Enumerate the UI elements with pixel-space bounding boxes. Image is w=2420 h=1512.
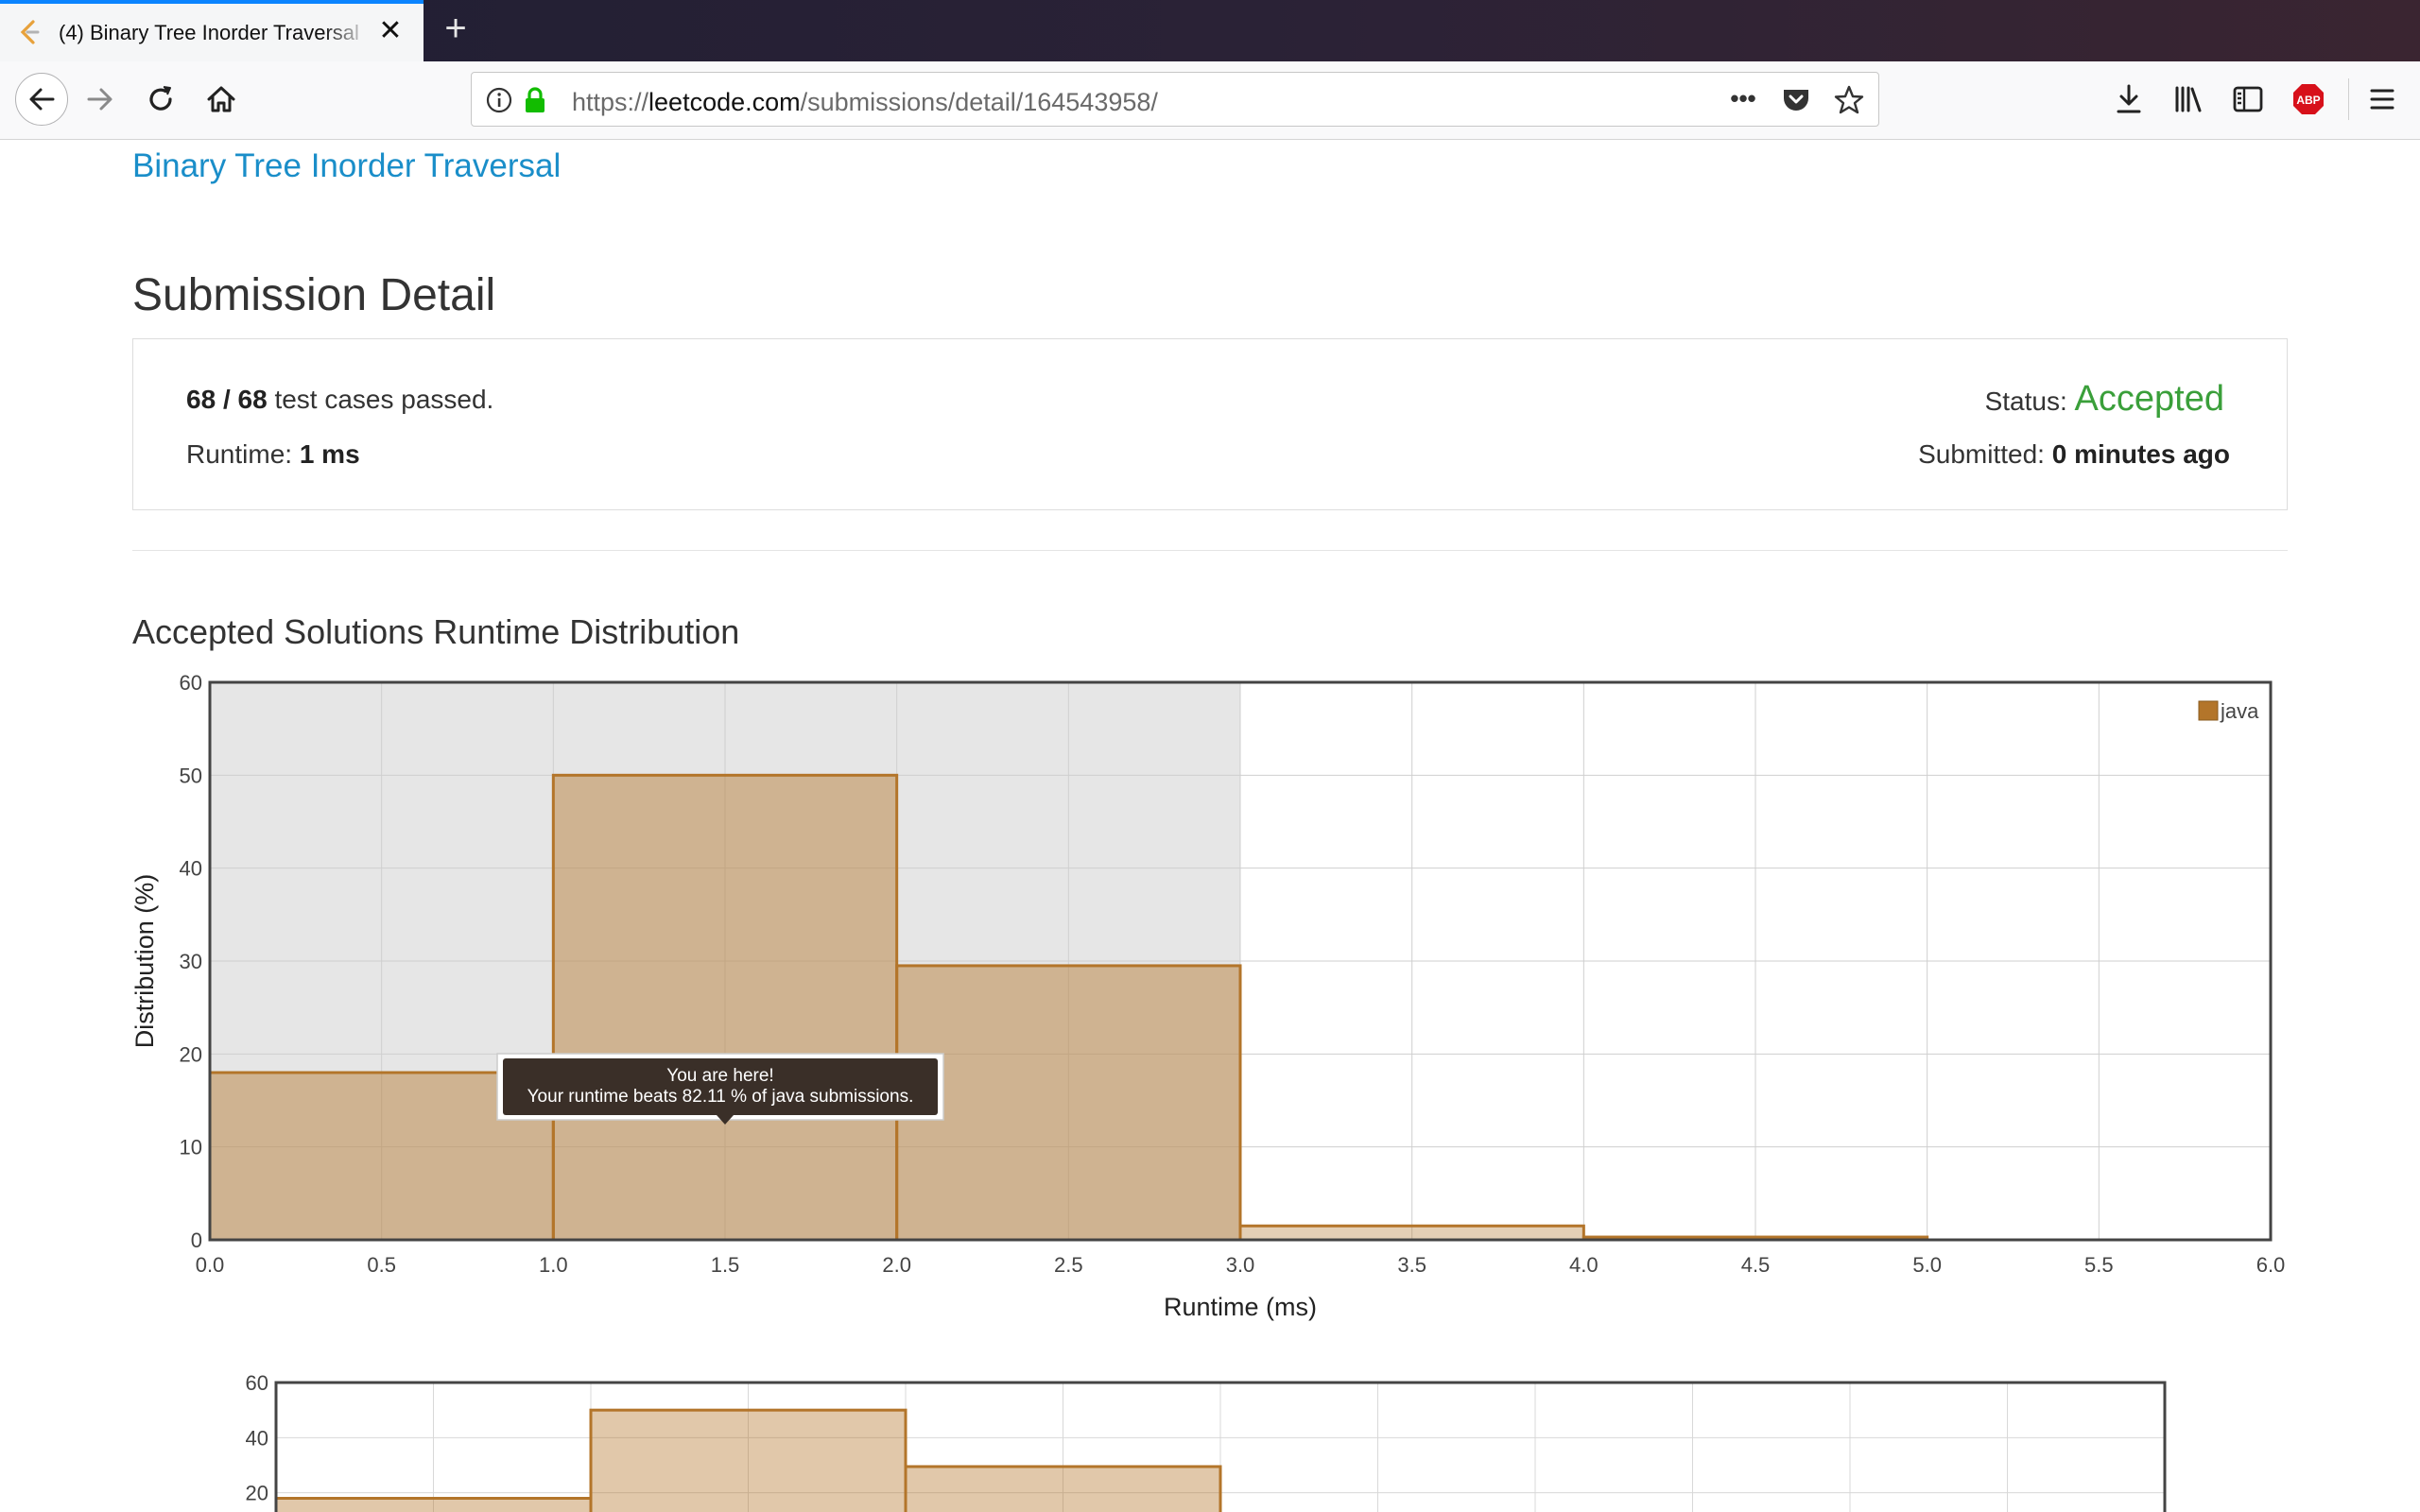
- y-tick-label: 50: [180, 764, 202, 787]
- new-tab-icon[interactable]: +: [437, 9, 475, 47]
- back-button[interactable]: [15, 73, 68, 126]
- status-label: Status:: [1984, 387, 2067, 416]
- reload-icon: [149, 86, 172, 111]
- submitted-line: Submitted: 0 minutes ago: [1918, 439, 2230, 470]
- submitted-value: 0 minutes ago: [2051, 439, 2230, 469]
- adblock-label: ABP: [2296, 94, 2320, 107]
- bookmark-star-icon[interactable]: [1833, 84, 1865, 116]
- runtime-label: Runtime:: [186, 439, 293, 469]
- adblock-plus-icon: ABP: [2293, 84, 2324, 114]
- url-domain: leetcode.com: [648, 88, 801, 116]
- histogram-bar: [551, 773, 899, 1242]
- leetcode-favicon-icon: [20, 20, 40, 44]
- navigation-toolbar: https://leetcode.com/submissions/detail/…: [0, 61, 2420, 140]
- x-tick-label: 2.5: [1054, 1253, 1083, 1277]
- tab-title: (4) Binary Tree Inorder Traversal: [59, 21, 359, 44]
- library-icon: [2175, 86, 2202, 112]
- pocket-icon[interactable]: [1780, 84, 1812, 116]
- close-tab-icon[interactable]: ✕: [376, 17, 405, 45]
- navigator-y-tick-label: 20: [246, 1482, 268, 1505]
- x-tick-label: 0.0: [196, 1253, 225, 1277]
- home-icon: [207, 86, 235, 112]
- x-tick-label: 6.0: [2256, 1253, 2286, 1277]
- x-tick-label: 1.0: [539, 1253, 568, 1277]
- x-tick-label: 1.5: [711, 1253, 740, 1277]
- distribution-heading: Accepted Solutions Runtime Distribution: [132, 612, 740, 651]
- menu-button[interactable]: [2361, 78, 2403, 120]
- y-tick-label: 20: [180, 1042, 202, 1066]
- problem-link[interactable]: Binary Tree Inorder Traversal: [132, 147, 561, 185]
- hamburger-menu-icon: [2370, 89, 2394, 110]
- x-axis-title: Runtime (ms): [1164, 1293, 1317, 1321]
- y-tick-label: 0: [191, 1228, 202, 1252]
- y-tick-label: 60: [180, 671, 202, 695]
- x-tick-label: 3.0: [1226, 1253, 1255, 1277]
- tooltip-line-1: You are here!: [666, 1066, 773, 1086]
- x-tick-label: 0.5: [367, 1253, 396, 1277]
- tab-strip: (4) Binary Tree Inorder Traversal ✕ +: [0, 0, 2420, 61]
- address-bar[interactable]: https://leetcode.com/submissions/detail/…: [471, 72, 1879, 127]
- runtime-line: Runtime: 1 ms: [186, 439, 360, 470]
- x-tick-label: 2.0: [882, 1253, 911, 1277]
- status-value: Accepted: [2074, 379, 2224, 419]
- x-tick-label: 3.5: [1397, 1253, 1426, 1277]
- x-tick-label: 5.0: [1912, 1253, 1942, 1277]
- legend-label: java: [2220, 699, 2259, 723]
- navigator-y-tick-label: 60: [246, 1371, 268, 1395]
- url-path: /submissions/detail/164543958/: [800, 88, 1158, 116]
- runtime-value: 1 ms: [299, 439, 360, 469]
- url-scheme: https://: [572, 88, 649, 116]
- divider: [132, 550, 2288, 551]
- navigator-y-tick-label: 40: [246, 1426, 268, 1450]
- legend-swatch: [2198, 700, 2219, 721]
- y-axis-title: Distribution (%): [132, 874, 159, 1049]
- arrow-right-icon: [87, 88, 112, 111]
- tooltip-line-2: Your runtime beats 82.11 % of java submi…: [527, 1087, 914, 1107]
- browser-tab[interactable]: (4) Binary Tree Inorder Traversal ✕: [0, 0, 424, 61]
- passed-count: 68: [186, 385, 216, 414]
- forward-button[interactable]: [79, 78, 121, 120]
- chart-navigator[interactable]: 0204060: [208, 1361, 2231, 1512]
- info-icon[interactable]: [483, 84, 515, 116]
- submission-detail-panel: 68 / 68 test cases passed. Runtime: 1 ms…: [132, 338, 2288, 510]
- page-actions-icon[interactable]: •••: [1727, 82, 1759, 114]
- sidebar-button[interactable]: [2227, 78, 2269, 120]
- adblock-button[interactable]: ABP: [2288, 78, 2329, 120]
- x-tick-label: 5.5: [2084, 1253, 2114, 1277]
- sidebar-icon: [2233, 86, 2263, 112]
- library-button[interactable]: [2169, 78, 2210, 120]
- y-tick-label: 30: [180, 950, 202, 973]
- home-button[interactable]: [200, 78, 242, 120]
- reload-button[interactable]: [140, 78, 182, 120]
- histogram-bar: [895, 964, 1242, 1242]
- x-tick-label: 4.5: [1741, 1253, 1771, 1277]
- url-text[interactable]: https://leetcode.com/submissions/detail/…: [572, 88, 1158, 117]
- histogram-bar: [1238, 1224, 1585, 1242]
- downloads-button[interactable]: [2108, 78, 2150, 120]
- status-line: Status: Accepted: [1985, 379, 2224, 420]
- arrow-left-icon: [29, 88, 55, 111]
- toolbar-divider: [2348, 78, 2349, 120]
- download-icon: [2117, 84, 2141, 113]
- y-tick-label: 40: [180, 857, 202, 881]
- navigator-bar: [589, 1408, 908, 1512]
- lock-icon[interactable]: [519, 84, 551, 116]
- runtime-distribution-chart[interactable]: 0.0 0.5 1.0 1.5 2.0 2.5 3.0 3.5 4.0 4.5 5.0 5.5 6.0 0…: [132, 662, 2307, 1332]
- navigator-bar: [904, 1465, 1222, 1512]
- navigator-bar: [274, 1497, 593, 1512]
- passed-suffix: test cases passed.: [274, 385, 494, 414]
- page-title: Submission Detail: [132, 270, 496, 320]
- total-count: 68: [237, 385, 268, 414]
- x-tick-label: 4.0: [1569, 1253, 1599, 1277]
- submitted-label: Submitted:: [1918, 439, 2045, 469]
- test-cases-line: 68 / 68 test cases passed.: [186, 385, 494, 414]
- y-tick-label: 10: [180, 1136, 202, 1160]
